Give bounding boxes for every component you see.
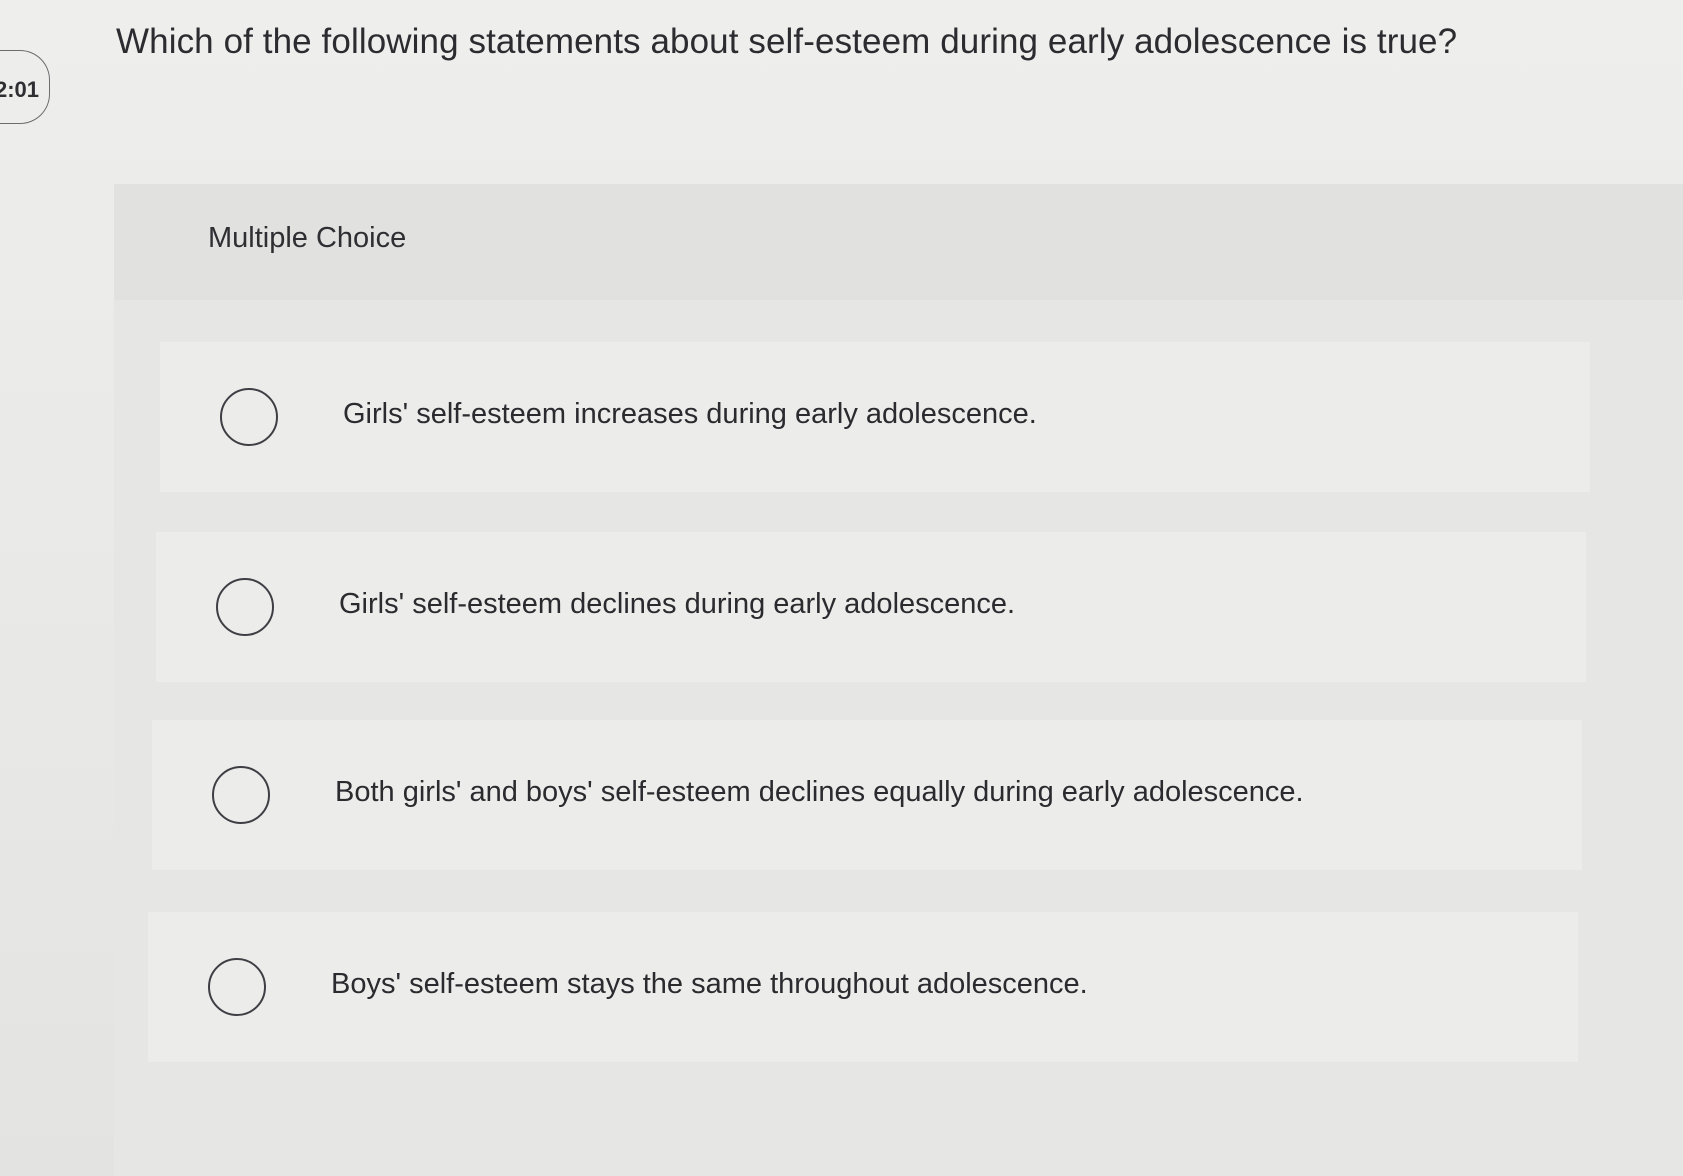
- timer-badge: 2:01: [0, 50, 50, 124]
- choice-label: Girls' self-esteem increases during earl…: [343, 398, 1037, 430]
- choice-label: Girls' self-esteem declines during early…: [339, 588, 1016, 620]
- radio-button-icon[interactable]: [216, 578, 274, 636]
- multiple-choice-label: Multiple Choice: [208, 222, 407, 254]
- answer-panel: Multiple Choice Girls' self-esteem incre…: [114, 184, 1683, 1176]
- choice-label: Boys' self-esteem stays the same through…: [331, 968, 1088, 1000]
- choice-option-1[interactable]: Girls' self-esteem increases during earl…: [160, 342, 1590, 492]
- radio-button-icon[interactable]: [208, 958, 266, 1016]
- question-text: Which of the following statements about …: [116, 22, 1458, 61]
- timer-text: 2:01: [0, 77, 39, 102]
- radio-button-icon[interactable]: [220, 388, 278, 446]
- quiz-page: 2:01 Which of the following statements a…: [0, 0, 1683, 1176]
- choice-label: Both girls' and boys' self-esteem declin…: [335, 776, 1304, 808]
- choice-option-3[interactable]: Both girls' and boys' self-esteem declin…: [152, 720, 1582, 870]
- radio-button-icon[interactable]: [212, 766, 270, 824]
- choices-list: Girls' self-esteem increases during earl…: [114, 300, 1683, 1176]
- choice-option-4[interactable]: Boys' self-esteem stays the same through…: [148, 912, 1578, 1062]
- choice-option-2[interactable]: Girls' self-esteem declines during early…: [156, 532, 1586, 682]
